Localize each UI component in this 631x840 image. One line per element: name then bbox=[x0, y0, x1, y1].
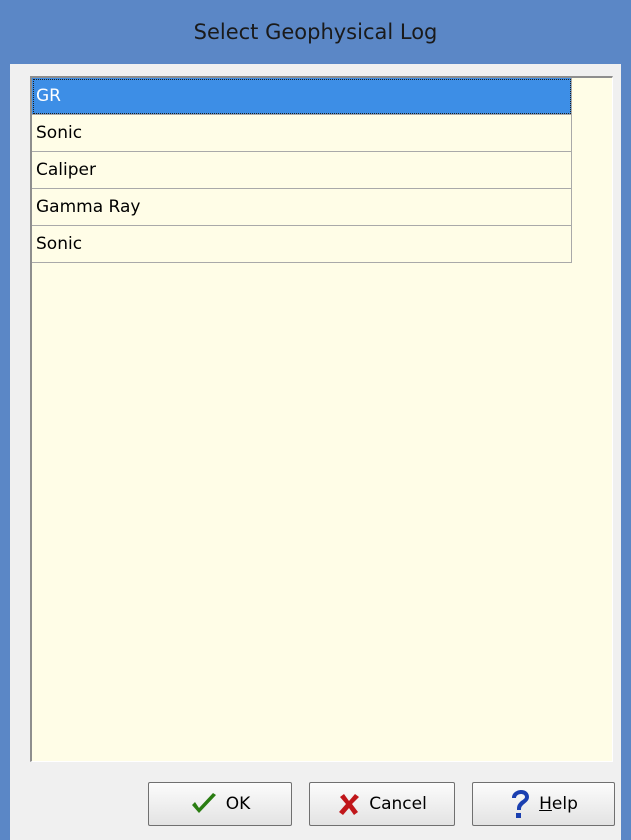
cancel-button-label: Cancel bbox=[369, 794, 427, 814]
ok-button[interactable]: OK bbox=[148, 782, 292, 826]
x-icon bbox=[337, 792, 361, 816]
list-item-label: GR bbox=[36, 86, 61, 106]
list-item-sonic-2[interactable]: Sonic bbox=[32, 226, 572, 263]
list-item-caliper[interactable]: Caliper bbox=[32, 152, 572, 189]
dialog-client-area: GR Sonic Caliper Gamma Ray Sonic OK Canc… bbox=[10, 64, 621, 840]
dialog-window: Select Geophysical Log GR Sonic Caliper … bbox=[0, 0, 631, 840]
question-mark-icon bbox=[509, 789, 531, 819]
list-item-label: Gamma Ray bbox=[36, 197, 141, 217]
ok-button-label: OK bbox=[225, 794, 251, 814]
dialog-title: Select Geophysical Log bbox=[193, 20, 438, 44]
list-item-label: Caliper bbox=[36, 160, 96, 180]
list-item-sonic[interactable]: Sonic bbox=[32, 115, 572, 152]
list-item-gamma-ray[interactable]: Gamma Ray bbox=[32, 189, 572, 226]
log-list-rows: GR Sonic Caliper Gamma Ray Sonic bbox=[32, 78, 572, 263]
list-item-gr[interactable]: GR bbox=[32, 78, 572, 115]
help-button[interactable]: Help bbox=[472, 782, 615, 826]
cancel-button[interactable]: Cancel bbox=[309, 782, 455, 826]
list-item-label: Sonic bbox=[36, 123, 83, 143]
help-mnemonic: H bbox=[539, 794, 552, 814]
dialog-titlebar[interactable]: Select Geophysical Log bbox=[0, 0, 631, 64]
list-item-label: Sonic bbox=[36, 234, 83, 254]
log-list[interactable]: GR Sonic Caliper Gamma Ray Sonic bbox=[30, 76, 613, 762]
help-button-label: Help bbox=[539, 794, 578, 814]
checkmark-icon bbox=[190, 792, 218, 816]
help-label-rest: elp bbox=[551, 794, 578, 814]
